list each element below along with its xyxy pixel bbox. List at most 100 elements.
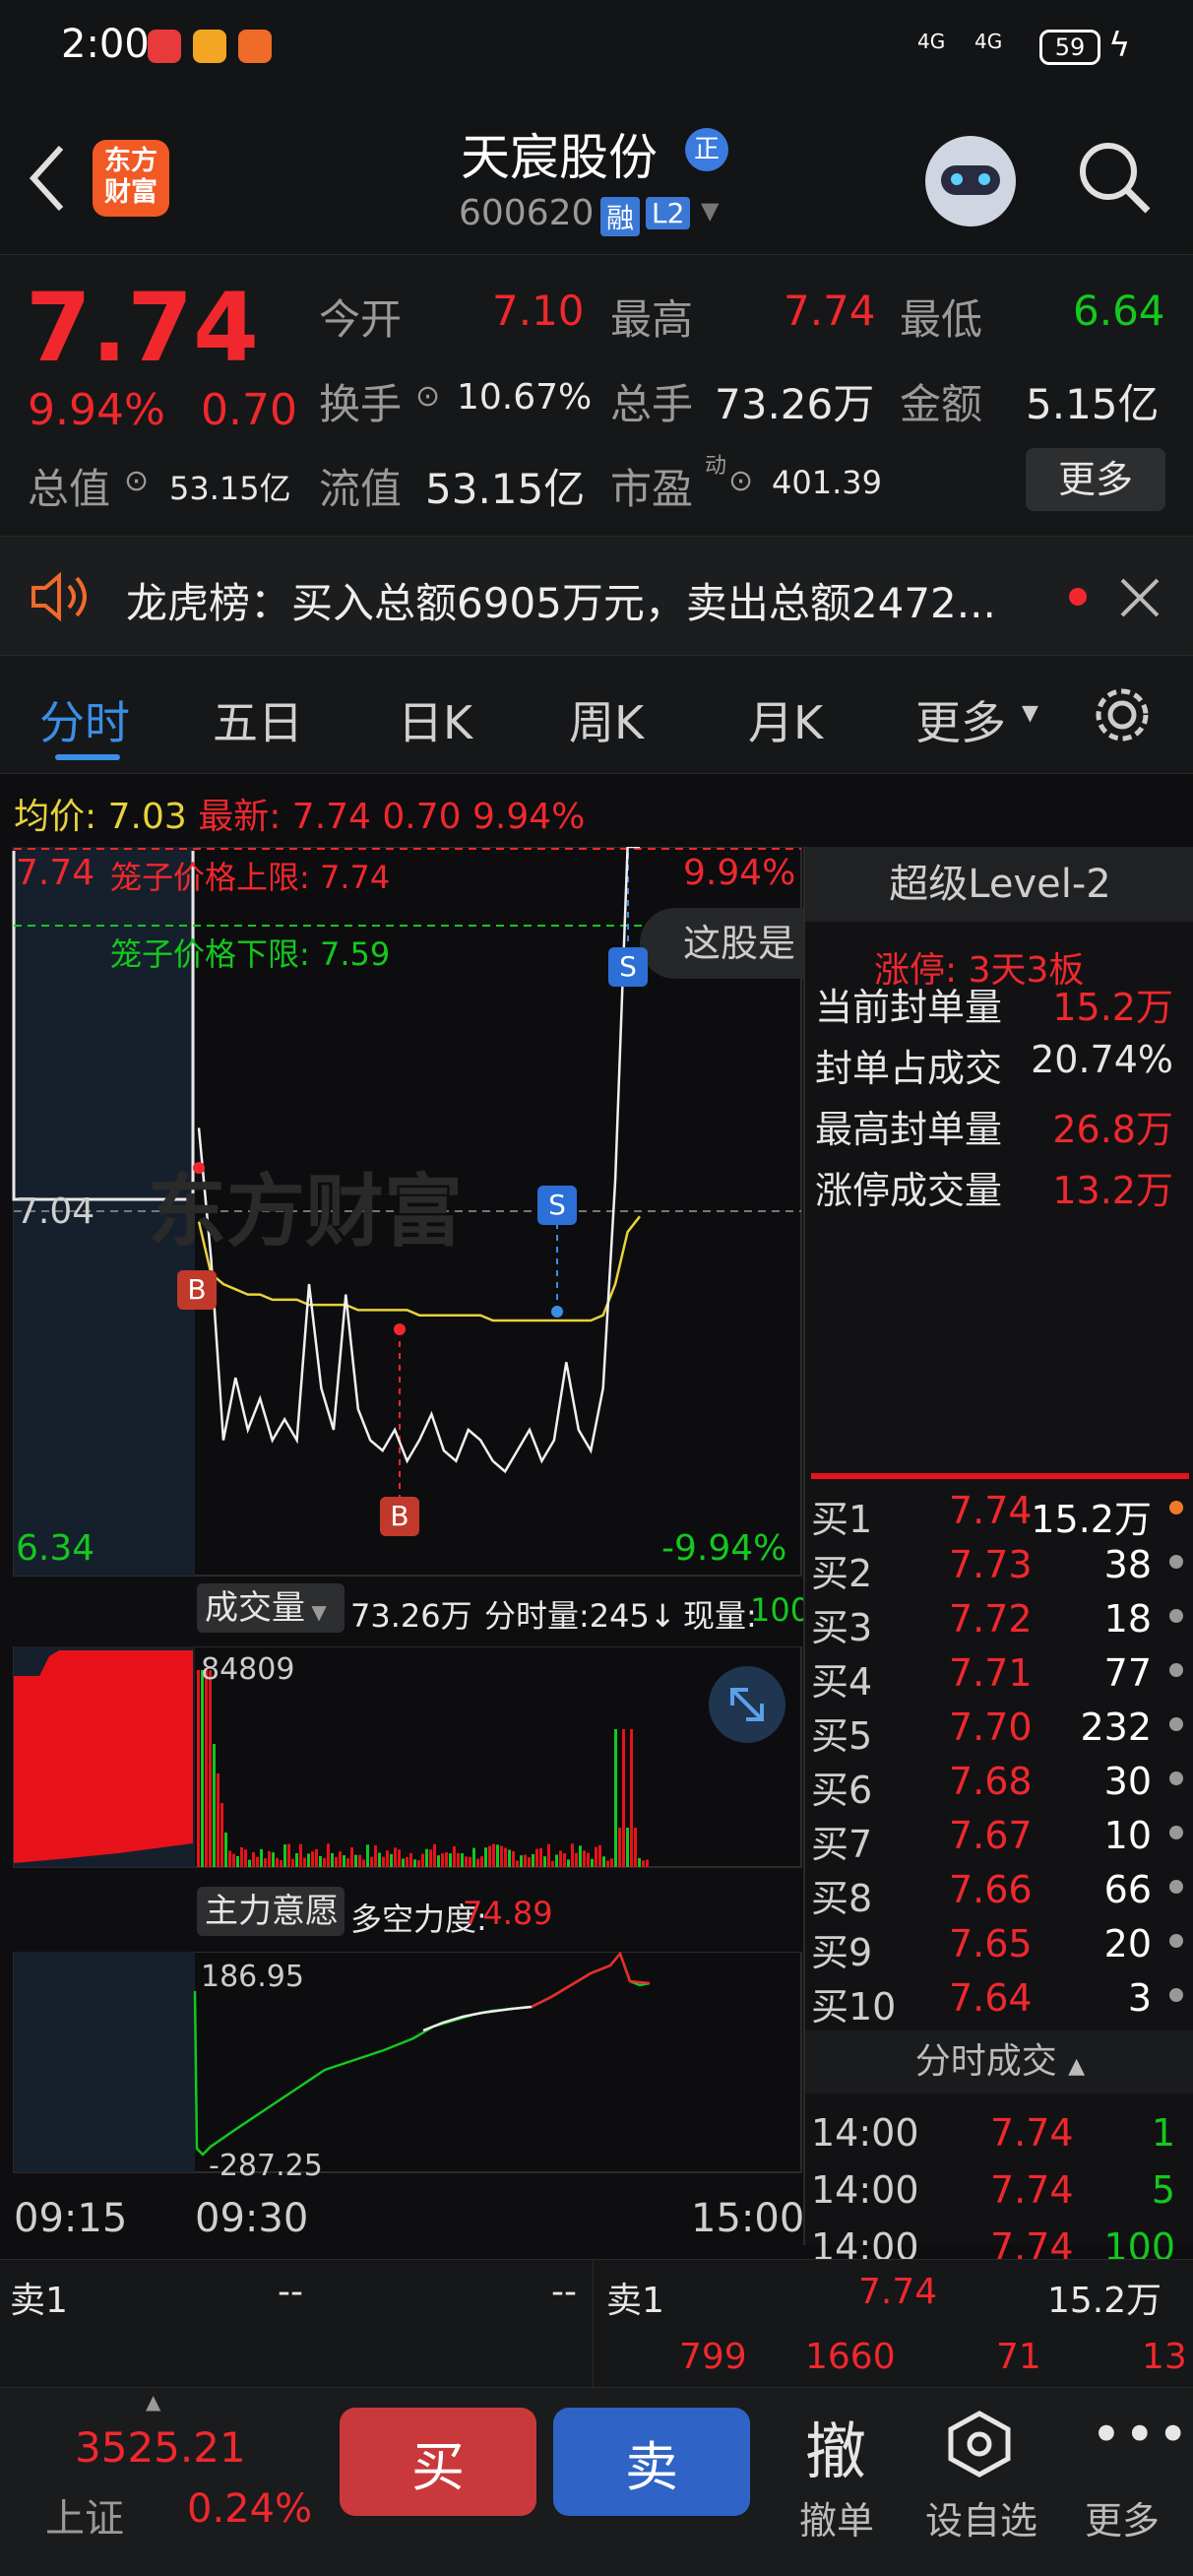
search-icon[interactable] xyxy=(1075,138,1154,217)
news-ticker[interactable]: 龙虎榜：买入总额6905万元，卖出总额2472... xyxy=(0,536,1193,656)
status-time: 2:00 xyxy=(61,22,150,67)
stat-value: 20.74% xyxy=(1031,1038,1173,1081)
close-icon[interactable] xyxy=(1118,576,1162,619)
trades-title[interactable]: 分时成交 ▲ xyxy=(805,2030,1193,2093)
bid-row[interactable]: 买5 7.70 232 xyxy=(811,1706,1185,1760)
tab-monthly-k[interactable]: 月K xyxy=(748,687,823,752)
trade-price: 7.74 xyxy=(990,2111,1074,2155)
volume-bar xyxy=(240,1846,243,1867)
volume-bar xyxy=(307,1853,310,1867)
bid-row[interactable]: 买1 7.74 15.2万 xyxy=(811,1489,1185,1543)
bottom-action-bar: ▲ 3525.21 上证 0.24% 买 卖 撤 撤单 设自选 ••• 更多 xyxy=(0,2387,1193,2576)
margin-tag: 融 xyxy=(600,197,641,236)
volume-chart[interactable] xyxy=(0,1646,803,1869)
bid-row[interactable]: 买10 7.64 3 xyxy=(811,1976,1185,2030)
volume-bar xyxy=(520,1855,523,1867)
power-indicator-select[interactable]: 主力意愿 ▼ xyxy=(197,1887,345,1980)
volume-bar xyxy=(587,1852,590,1867)
volume-bar xyxy=(280,1860,283,1867)
more-dots-icon[interactable]: ••• xyxy=(1091,2404,1191,2466)
eastmoney-logo[interactable]: 东方 财富 xyxy=(93,140,169,217)
float-value: 53.15亿 xyxy=(425,465,586,513)
open-label: 今开 xyxy=(319,295,403,344)
volume-bar xyxy=(228,1850,231,1867)
volume-bar xyxy=(390,1853,393,1867)
tab-daily-k[interactable]: 日K xyxy=(398,687,472,752)
current-volume: 100 xyxy=(750,1591,811,1629)
volume-bar xyxy=(378,1852,381,1867)
volume-bar xyxy=(283,1844,286,1867)
bid-row[interactable]: 买4 7.71 77 xyxy=(811,1651,1185,1706)
volume-bar xyxy=(256,1856,259,1867)
watermark: 东方财富 xyxy=(148,1166,463,1257)
bid-qty: 10 xyxy=(1103,1814,1152,1857)
volume-bar xyxy=(409,1852,412,1867)
bid-dot xyxy=(1169,1609,1183,1623)
info-icon[interactable]: ⊙ xyxy=(124,464,149,498)
tab-more[interactable]: 更多 xyxy=(915,687,1006,752)
volume-indicator-select[interactable]: 成交量 ▼ xyxy=(197,1583,345,1633)
tab-weekly-k[interactable]: 周K xyxy=(569,687,644,752)
add-watchlist-icon[interactable] xyxy=(945,2410,1014,2479)
tab-five-day[interactable]: 五日 xyxy=(213,687,303,752)
volume-bar xyxy=(429,1849,432,1867)
cancel-order-label[interactable]: 撤单 xyxy=(799,2490,874,2544)
bid-qty: 3 xyxy=(1127,1976,1152,2020)
add-watchlist-label[interactable]: 设自选 xyxy=(925,2490,1037,2544)
cage-lower-limit: 笼子价格下限: 7.59 xyxy=(110,935,391,973)
queue-qty-3: 71 xyxy=(996,2337,1041,2377)
turnover-label: 换手 xyxy=(319,380,403,428)
bid-price: 7.72 xyxy=(949,1597,1033,1641)
bid-row[interactable]: 买6 7.68 30 xyxy=(811,1760,1185,1814)
ask1-qty: 15.2万 xyxy=(1047,2281,1162,2321)
time-axis-close: 15:00 xyxy=(691,2196,805,2241)
volume-bar xyxy=(220,1803,223,1867)
tab-intraday[interactable]: 分时 xyxy=(39,687,130,752)
cancel-order-icon[interactable]: 撤 xyxy=(805,2402,866,2490)
bid-row[interactable]: 买7 7.67 10 xyxy=(811,1814,1185,1868)
volume-bar xyxy=(331,1852,334,1867)
stock-tip-bubble[interactable]: 这股是 xyxy=(640,908,803,979)
bid-row[interactable]: 买9 7.65 20 xyxy=(811,1922,1185,1976)
buy-marker[interactable]: B xyxy=(380,1497,419,1536)
bid-row[interactable]: 买2 7.73 38 xyxy=(811,1543,1185,1597)
gear-icon[interactable] xyxy=(1091,683,1154,746)
more-button[interactable]: 更多 xyxy=(1026,448,1165,511)
level2-title[interactable]: 超级Level-2 xyxy=(805,847,1193,922)
volume-bar xyxy=(197,1670,200,1867)
volume-bar xyxy=(354,1854,357,1867)
power-chart[interactable] xyxy=(0,1952,803,2174)
sell-marker[interactable]: S xyxy=(537,1186,577,1225)
chevron-down-icon[interactable]: ▼ xyxy=(701,197,719,225)
volume-bar xyxy=(295,1853,298,1867)
bid-row[interactable]: 买3 7.72 18 xyxy=(811,1597,1185,1651)
info-icon[interactable]: ⊙ xyxy=(415,379,440,414)
chevron-up-icon[interactable]: ▲ xyxy=(146,2390,160,2414)
sell1-price: -- xyxy=(278,2272,303,2312)
volume-bar xyxy=(563,1853,566,1867)
back-icon[interactable] xyxy=(28,144,67,213)
volume-bar xyxy=(402,1858,405,1867)
more-label[interactable]: 更多 xyxy=(1085,2490,1160,2544)
volume-bar xyxy=(339,1851,342,1867)
index-value[interactable]: 3525.21 xyxy=(75,2423,246,2472)
status-bar: 2:00 4G 4G 59 ϟ xyxy=(0,0,1193,98)
sell-marker[interactable]: S xyxy=(608,947,648,987)
volume-bar xyxy=(299,1843,302,1867)
volume-bar xyxy=(433,1843,436,1867)
sell-button[interactable]: 卖 xyxy=(553,2408,750,2516)
trade-time: 14:00 xyxy=(811,2111,919,2155)
volume-bar xyxy=(465,1856,468,1867)
bid-row[interactable]: 买8 7.66 66 xyxy=(811,1868,1185,1922)
robot-assistant-icon[interactable] xyxy=(925,136,1016,226)
signal-icon: 4G xyxy=(917,30,946,53)
volume-bar xyxy=(634,1828,637,1867)
current-price: 7.74 xyxy=(26,273,259,383)
sell1-qty: -- xyxy=(551,2272,577,2312)
buy-marker[interactable]: B xyxy=(177,1270,217,1310)
volume-bar xyxy=(413,1859,416,1867)
buy-button[interactable]: 买 xyxy=(340,2408,536,2516)
amount-label: 金额 xyxy=(900,380,983,428)
expand-icon[interactable] xyxy=(709,1666,785,1743)
info-icon[interactable]: ⊙ xyxy=(728,464,753,498)
